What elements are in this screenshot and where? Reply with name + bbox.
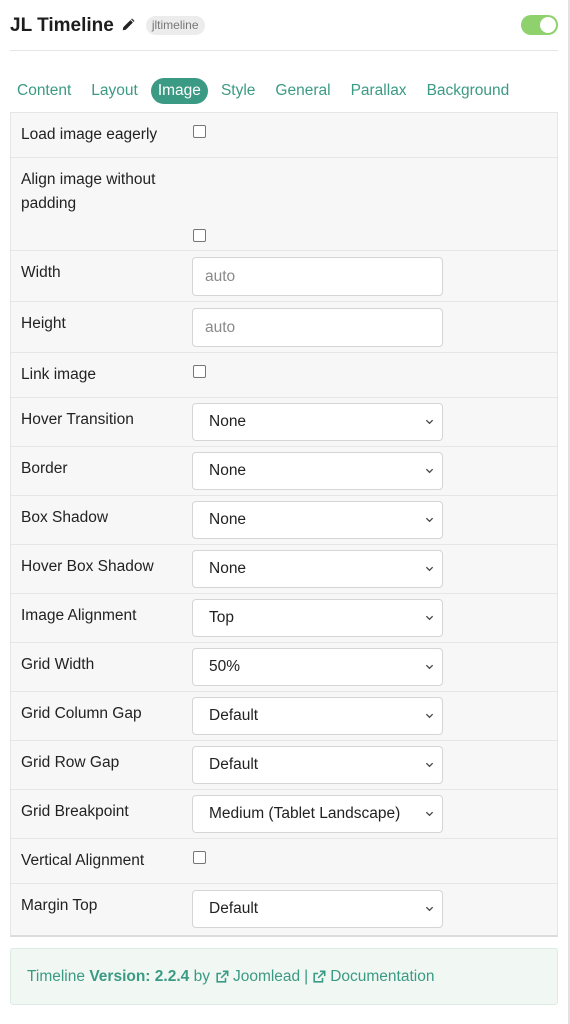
footer-separator: | [304,967,309,985]
height-input[interactable]: auto [192,308,443,347]
hover-box-shadow-select[interactable]: None [192,550,443,588]
select-value: Medium (Tablet Landscape) [209,805,401,822]
field-vertical-alignment: Vertical Alignment [11,839,557,884]
image-alignment-select[interactable]: Top [192,599,443,637]
field-label: Box Shadow [21,509,109,526]
field-grid-breakpoint: Grid Breakpoint Medium (Tablet Landscape… [11,790,557,839]
box-shadow-select[interactable]: None [192,501,443,539]
joomlead-link[interactable]: Joomlead [233,968,300,986]
field-grid-column-gap: Grid Column Gap Default [11,692,557,741]
select-value: None [209,511,247,528]
border-select[interactable]: None [192,452,443,490]
grid-breakpoint-select[interactable]: Medium (Tablet Landscape) [192,795,443,833]
field-width: Width auto [11,251,557,302]
field-grid-row-gap: Grid Row Gap Default [11,741,557,790]
field-label: Grid Width [21,656,95,673]
field-label: Height [21,315,66,332]
chevron-down-icon [425,566,434,572]
chevron-down-icon [425,906,434,912]
select-value: None [209,462,247,479]
field-margin-top: Margin Top Default [11,884,557,936]
field-grid-width: Grid Width 50% [11,643,557,692]
external-link-icon [216,970,229,983]
chevron-down-icon [425,419,434,425]
field-box-shadow: Box Shadow None [11,496,557,545]
chevron-down-icon [425,615,434,621]
external-link-icon [313,970,326,983]
select-value: Default [209,900,259,917]
tab-parallax[interactable]: Parallax [344,78,414,104]
select-value: Default [209,707,259,724]
tab-layout[interactable]: Layout [84,78,145,104]
footer-by: by [193,967,210,985]
select-value: Top [209,609,234,626]
chevron-down-icon [425,713,434,719]
field-label: Hover Box Shadow [21,558,154,575]
tab-style[interactable]: Style [214,78,262,104]
tab-general[interactable]: General [268,78,337,104]
chevron-down-icon [425,762,434,768]
grid-column-gap-select[interactable]: Default [192,697,443,735]
footer-prefix: Timeline [27,967,85,985]
chevron-down-icon [425,517,434,523]
field-hover-box-shadow: Hover Box Shadow None [11,545,557,594]
field-label: Link image [21,366,96,383]
tab-background[interactable]: Background [420,78,517,104]
select-value: Default [209,756,259,773]
field-label: Margin Top [21,897,98,914]
image-settings-panel: Load image eagerly Align image without p… [10,112,558,937]
element-header: JL Timeline jltimeline [10,10,558,51]
chevron-down-icon [425,468,434,474]
tab-image[interactable]: Image [150,78,208,104]
select-value: None [209,413,247,430]
field-label: Image Alignment [21,607,137,624]
enable-toggle[interactable] [521,15,558,35]
field-label: Grid Row Gap [21,754,120,771]
version-footer: Timeline Version: 2.2.4 by Joomlead | Do… [10,948,558,1005]
load-eagerly-checkbox[interactable] [193,125,206,138]
field-link-image: Link image [11,353,557,398]
field-label: Align image without padding [21,171,156,212]
field-label: Grid Breakpoint [21,803,129,820]
field-label: Width [21,264,61,281]
toggle-knob [540,17,556,33]
pencil-icon[interactable] [121,18,135,32]
grid-row-gap-select[interactable]: Default [192,746,443,784]
chevron-down-icon [425,811,434,817]
field-border: Border None [11,447,557,496]
field-image-alignment: Image Alignment Top [11,594,557,643]
field-hover-transition: Hover Transition None [11,398,557,447]
select-value: None [209,560,247,577]
element-title: JL Timeline [10,15,114,36]
field-align-no-padding: Align image without padding [11,158,557,251]
field-label: Hover Transition [21,411,134,428]
width-input[interactable]: auto [192,257,443,296]
element-slug-badge: jltimeline [145,16,205,35]
link-image-checkbox[interactable] [193,365,206,378]
hover-transition-select[interactable]: None [192,403,443,441]
field-label: Grid Column Gap [21,705,142,722]
select-value: 50% [209,658,241,675]
field-label: Load image eagerly [21,126,158,143]
field-label: Vertical Alignment [21,852,145,869]
field-load-eagerly: Load image eagerly [11,113,557,158]
margin-top-select[interactable]: Default [192,890,443,928]
align-no-padding-checkbox[interactable] [193,229,206,242]
field-label: Border [21,460,68,477]
tab-content[interactable]: Content [10,78,78,104]
chevron-down-icon [425,664,434,670]
footer-version: Version: 2.2.4 [89,967,190,985]
vertical-alignment-checkbox[interactable] [193,851,206,864]
field-height: Height auto [11,302,557,353]
grid-width-select[interactable]: 50% [192,648,443,686]
documentation-link[interactable]: Documentation [330,968,434,986]
settings-tabs: Content Layout Image Style General Paral… [10,78,522,104]
